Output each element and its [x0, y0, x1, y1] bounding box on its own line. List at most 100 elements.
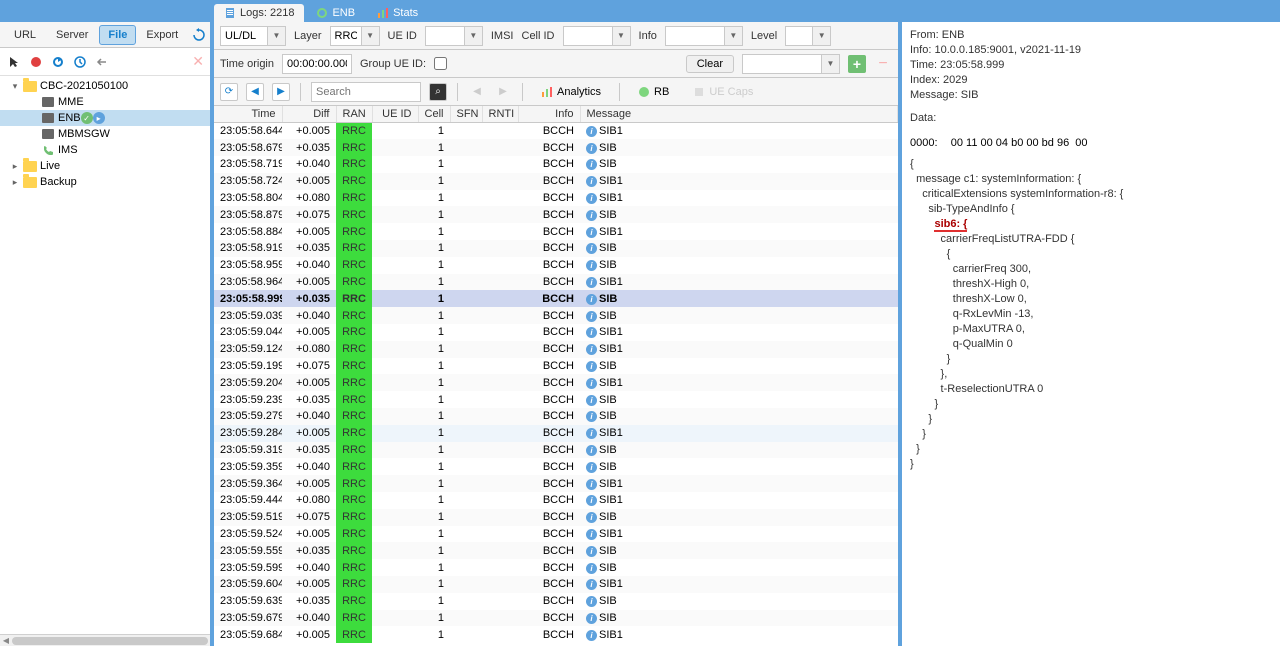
search-input[interactable] — [311, 82, 421, 102]
cellid-combo[interactable]: ▼ — [563, 26, 631, 46]
log-row[interactable]: 23:05:59.519+0.075RRC1BCCHiSIB — [214, 509, 898, 526]
time-origin-input[interactable] — [282, 54, 352, 74]
log-row[interactable]: 23:05:59.204+0.005RRC1BCCHiSIB1 — [214, 374, 898, 391]
file-button[interactable]: File — [99, 25, 136, 45]
log-row[interactable]: 23:05:59.559+0.035RRC1BCCHiSIB — [214, 542, 898, 559]
uecaps-button[interactable]: UE Caps — [685, 84, 761, 100]
chevron-down-icon[interactable]: ▼ — [822, 54, 840, 74]
tree-node-mme[interactable]: MME — [0, 94, 210, 110]
log-row[interactable]: 23:05:58.804+0.080RRC1BCCHiSIB1 — [214, 190, 898, 207]
log-row[interactable]: 23:05:59.199+0.075RRC1BCCHiSIB — [214, 358, 898, 375]
chevron-down-icon[interactable]: ▼ — [362, 26, 380, 46]
close-icon[interactable]: ✕ — [192, 53, 204, 70]
col-rnti[interactable]: RNTI — [482, 106, 518, 123]
group-ueid-checkbox[interactable] — [434, 57, 447, 70]
analytics-button[interactable]: Analytics — [533, 84, 609, 100]
log-row[interactable]: 23:05:59.284+0.005RRC1BCCHiSIB1 — [214, 425, 898, 442]
log-row[interactable]: 23:05:59.524+0.005RRC1BCCHiSIB1 — [214, 526, 898, 543]
tree-toggle-icon[interactable]: ▸ — [10, 177, 20, 188]
tree-toggle-icon[interactable]: ▸ — [10, 161, 20, 172]
log-row[interactable]: 23:05:59.039+0.040RRC1BCCHiSIB — [214, 307, 898, 324]
log-row[interactable]: 23:05:59.599+0.040RRC1BCCHiSIB — [214, 559, 898, 576]
tree-node-live[interactable]: ▸Live — [0, 158, 210, 174]
log-row[interactable]: 23:05:59.239+0.035RRC1BCCHiSIB — [214, 391, 898, 408]
col-info[interactable]: Info — [518, 106, 580, 123]
tab-logs[interactable]: Logs: 2218 — [214, 4, 304, 22]
uldl-combo[interactable]: ▼ — [220, 26, 286, 46]
log-row[interactable]: 23:05:59.679+0.040RRC1BCCHiSIB — [214, 610, 898, 627]
log-row[interactable]: 23:05:58.884+0.005RRC1BCCHiSIB1 — [214, 223, 898, 240]
col-diff[interactable]: Diff — [282, 106, 336, 123]
tab-enb[interactable]: ENB — [306, 4, 365, 22]
chevron-down-icon[interactable]: ▼ — [268, 26, 286, 46]
rb-button[interactable]: RB — [630, 84, 677, 100]
log-row[interactable]: 23:05:59.364+0.005RRC1BCCHiSIB1 — [214, 475, 898, 492]
info-icon: i — [586, 613, 597, 624]
tree-toggle-icon[interactable]: ▾ — [10, 81, 20, 92]
url-button[interactable]: URL — [5, 25, 45, 45]
ueid-combo[interactable]: ▼ — [425, 26, 483, 46]
log-row[interactable]: 23:05:58.919+0.035RRC1BCCHiSIB — [214, 240, 898, 257]
layer-combo[interactable]: ▼ — [330, 26, 380, 46]
server-button[interactable]: Server — [47, 25, 97, 45]
log-row[interactable]: 23:05:58.959+0.040RRC1BCCHiSIB — [214, 257, 898, 274]
log-row[interactable]: 23:05:58.724+0.005RRC1BCCHiSIB1 — [214, 173, 898, 190]
log-row[interactable]: 23:05:58.964+0.005RRC1BCCHiSIB1 — [214, 274, 898, 291]
find-prev-icon[interactable]: ◀ — [468, 83, 486, 101]
from-label: From: — [910, 28, 939, 43]
log-row[interactable]: 23:05:59.319+0.035RRC1BCCHiSIB — [214, 442, 898, 459]
info-combo[interactable]: ▼ — [665, 26, 743, 46]
tree-node-ims[interactable]: IMS — [0, 142, 210, 158]
export-button[interactable]: Export — [137, 25, 187, 45]
log-row[interactable]: 23:05:58.644+0.005RRC1BCCHiSIB1 — [214, 123, 898, 140]
log-row[interactable]: 23:05:59.124+0.080RRC1BCCHiSIB1 — [214, 341, 898, 358]
tree-node-mbmsgw[interactable]: MBMSGW — [0, 126, 210, 142]
clear-icon[interactable] — [94, 54, 110, 70]
refresh-icon[interactable] — [192, 27, 206, 43]
log-row[interactable]: 23:05:58.999+0.035RRC1BCCHiSIB — [214, 290, 898, 307]
chevron-down-icon[interactable]: ▼ — [465, 26, 483, 46]
tree-node-cbc-2021050100[interactable]: ▾CBC-2021050100 — [0, 78, 210, 94]
add-filter-button[interactable]: + — [848, 55, 866, 73]
col-cell[interactable]: Cell — [418, 106, 450, 123]
nav-up-icon[interactable]: ⟳ — [220, 83, 238, 101]
separator — [522, 83, 523, 101]
filter-slot-combo[interactable]: ▼ — [742, 54, 840, 74]
tree-node-backup[interactable]: ▸Backup — [0, 174, 210, 190]
log-row[interactable]: 23:05:59.279+0.040RRC1BCCHiSIB — [214, 408, 898, 425]
remove-filter-button[interactable]: − — [874, 55, 892, 73]
col-ran[interactable]: RAN — [336, 106, 372, 123]
log-file-icon — [224, 7, 236, 19]
level-combo[interactable]: ▼ — [785, 26, 831, 46]
tree-node-enb[interactable]: ENB ✓ ▸ — [0, 110, 210, 126]
chevron-down-icon[interactable]: ▼ — [725, 26, 743, 46]
binoculars-icon[interactable]: ⌕ — [429, 83, 447, 101]
nav-next-icon[interactable]: ▶ — [272, 83, 290, 101]
restart-icon[interactable] — [50, 54, 66, 70]
log-row[interactable]: 23:05:58.719+0.040RRC1BCCHiSIB — [214, 156, 898, 173]
scroll-left-icon[interactable]: ◀ — [0, 636, 12, 645]
col-sfn[interactable]: SFN — [450, 106, 482, 123]
clock-icon[interactable] — [72, 54, 88, 70]
cursor-icon[interactable] — [6, 54, 22, 70]
tab-stats[interactable]: Stats — [367, 4, 428, 22]
nav-prev-icon[interactable]: ◀ — [246, 83, 264, 101]
col-time[interactable]: Time — [214, 106, 282, 123]
log-row[interactable]: 23:05:59.444+0.080RRC1BCCHiSIB1 — [214, 492, 898, 509]
col-message[interactable]: Message — [580, 106, 898, 123]
log-row[interactable]: 23:05:59.359+0.040RRC1BCCHiSIB — [214, 458, 898, 475]
info-icon: i — [586, 445, 597, 456]
log-row[interactable]: 23:05:59.044+0.005RRC1BCCHiSIB1 — [214, 324, 898, 341]
col-ue-id[interactable]: UE ID — [372, 106, 418, 123]
clear-button[interactable]: Clear — [686, 55, 734, 73]
log-row[interactable]: 23:05:58.879+0.075RRC1BCCHiSIB — [214, 206, 898, 223]
log-row[interactable]: 23:05:59.684+0.005RRC1BCCHiSIB1 — [214, 626, 898, 643]
tree-scrollbar[interactable]: ◀ ▶ — [0, 634, 210, 646]
log-row[interactable]: 23:05:58.679+0.035RRC1BCCHiSIB — [214, 139, 898, 156]
chevron-down-icon[interactable]: ▼ — [613, 26, 631, 46]
log-row[interactable]: 23:05:59.639+0.035RRC1BCCHiSIB — [214, 593, 898, 610]
find-next-icon[interactable]: ▶ — [494, 83, 512, 101]
chevron-down-icon[interactable]: ▼ — [813, 26, 831, 46]
record-icon[interactable] — [28, 54, 44, 70]
log-row[interactable]: 23:05:59.604+0.005RRC1BCCHiSIB1 — [214, 576, 898, 593]
